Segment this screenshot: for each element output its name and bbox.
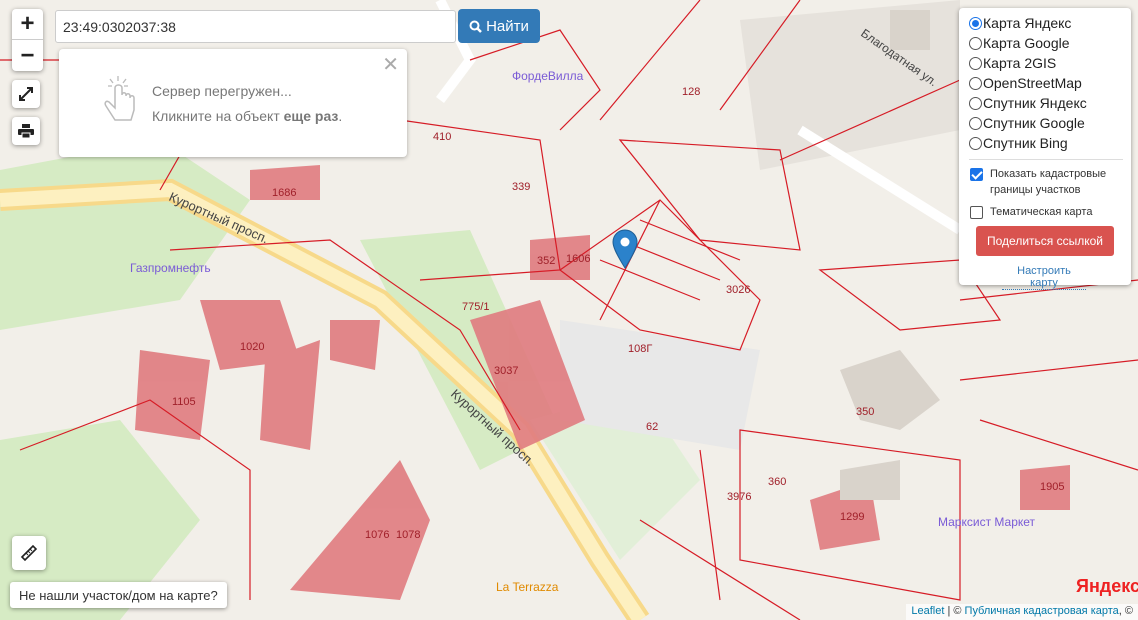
hand-pointer-icon — [104, 76, 135, 121]
layer-option-radio[interactable]: Спутник Яндекс — [969, 93, 1131, 113]
search-button[interactable]: Найти — [458, 9, 540, 43]
map-parcel-label: 339 — [512, 181, 530, 193]
ruler-icon — [20, 544, 38, 562]
popup-text-bold: еще раз — [283, 108, 339, 124]
radio-icon — [969, 36, 982, 50]
search-button-label: Найти — [486, 17, 529, 35]
poi-label: Марксист Маркет — [938, 515, 1036, 529]
radio-icon — [969, 136, 982, 150]
map-parcel-label: 128 — [682, 86, 700, 98]
zoom-control: + − — [12, 9, 43, 71]
map-parcel-label: 108Г — [628, 343, 652, 355]
poi-label: Газпромнефть — [130, 261, 211, 275]
checkbox-checked-icon — [970, 168, 983, 181]
radio-icon — [969, 116, 982, 130]
expand-icon — [19, 87, 33, 101]
search-icon — [469, 20, 482, 33]
configure-map-link[interactable]: Настроить карту — [1002, 265, 1086, 290]
layer-option-label: OpenStreetMap — [983, 75, 1082, 91]
checkbox-label: Показать кадастровые границы участков — [990, 168, 1107, 196]
radio-icon — [969, 56, 982, 70]
map-parcel-label: 62 — [646, 421, 658, 433]
map-parcel-label: 3037 — [494, 365, 518, 377]
poi-label: La Terrazza — [496, 580, 559, 594]
fullscreen-button[interactable] — [12, 80, 40, 108]
map-parcel-label: 352 — [537, 255, 555, 267]
thematic-map-checkbox[interactable]: Тематическая карта — [969, 204, 1131, 220]
attribution-text: | © — [944, 605, 965, 617]
leaflet-link[interactable]: Leaflet — [911, 605, 944, 617]
checkbox-icon — [970, 206, 983, 219]
layer-option-label: Карта Яндекс — [983, 15, 1072, 31]
measure-button[interactable] — [12, 536, 46, 570]
map-parcel-label: 3976 — [727, 491, 751, 503]
layer-option-radio[interactable]: OpenStreetMap — [969, 73, 1131, 93]
radio-icon — [969, 16, 982, 30]
map-parcel-label: 360 — [768, 476, 786, 488]
pkk-link[interactable]: Публичная кадастровая карта — [965, 605, 1119, 617]
map-parcel-label: 1686 — [272, 187, 296, 199]
layer-option-label: Спутник Google — [983, 115, 1085, 131]
checkbox-label: Тематическая карта — [990, 206, 1093, 218]
print-button[interactable] — [12, 117, 40, 145]
layer-option-label: Спутник Bing — [983, 135, 1068, 151]
attribution: Leaflet | © Публичная кадастровая карта,… — [906, 604, 1138, 620]
radio-icon — [969, 96, 982, 110]
map-parcel-label: 775/1 — [462, 301, 490, 313]
layer-option-radio[interactable]: Карта Google — [969, 33, 1131, 53]
map-parcel-label: 3026 — [726, 284, 750, 296]
map-parcel-label: 1299 — [840, 511, 864, 523]
layer-option-radio[interactable]: Спутник Bing — [969, 133, 1131, 153]
share-link-button[interactable]: Поделиться ссылкой — [976, 226, 1114, 256]
map-parcel-label: 1606 — [566, 253, 590, 265]
printer-icon — [18, 124, 34, 138]
popup-text: . — [338, 108, 343, 124]
not-found-button[interactable]: Не нашли участок/дом на карте? — [10, 582, 227, 608]
zoom-in-button[interactable]: + — [12, 9, 43, 40]
map-parcel-label: 1076 — [365, 529, 389, 541]
cadastral-search-input[interactable] — [55, 10, 456, 43]
divider — [969, 159, 1123, 160]
popup-message-line2: Кликните на объект еще раз. — [152, 104, 342, 129]
yandex-logo: Яндекс — [1076, 576, 1138, 596]
map-parcel-label: 1905 — [1040, 481, 1064, 493]
show-cadastral-checkbox[interactable]: Показать кадастровые границы участков — [969, 166, 1131, 198]
popup-text: Кликните на объект — [152, 108, 284, 124]
map-parcel-label: 410 — [433, 131, 451, 143]
map-parcel-label: 1078 — [396, 529, 420, 541]
radio-icon — [969, 76, 982, 90]
layer-option-label: Карта Google — [983, 35, 1070, 51]
layer-option-label: Карта 2GIS — [983, 55, 1057, 71]
layer-option-radio[interactable]: Карта 2GIS — [969, 53, 1131, 73]
layer-option-label: Спутник Яндекс — [983, 95, 1087, 111]
poi-label: ФордеВилла — [512, 69, 584, 83]
map-parcel-label: 350 — [856, 406, 874, 418]
map-parcel-label: 1020 — [240, 341, 264, 353]
layer-switcher-panel: Карта Яндекс Карта Google Карта 2GIS OpenSt… — [959, 8, 1131, 290]
layer-option-radio[interactable]: Спутник Google — [969, 113, 1131, 133]
attribution-text: , © — [1118, 605, 1133, 617]
close-icon[interactable]: ✕ — [382, 52, 399, 77]
map-parcel-label: 1105 — [172, 396, 196, 408]
zoom-out-button[interactable]: − — [12, 40, 43, 71]
info-popup: ✕ Сервер перегружен... Кликните на объек… — [59, 49, 407, 157]
popup-message-line1: Сервер перегружен... — [152, 83, 292, 99]
layer-option-radio[interactable]: Карта Яндекс — [969, 13, 1131, 33]
